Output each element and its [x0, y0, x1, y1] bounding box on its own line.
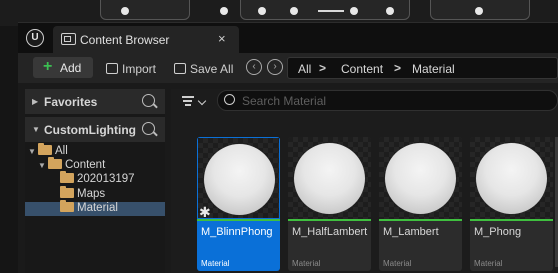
tree-item-maps[interactable]: Maps — [60, 186, 106, 202]
asset-thumbnail — [379, 137, 462, 219]
asset-thumbnail — [470, 137, 553, 219]
caret-down-icon: ▼ — [28, 147, 36, 156]
asset-name: M_HalfLambert — [292, 226, 368, 238]
folder-icon — [60, 186, 74, 198]
tab-content-browser[interactable]: Content Browser × — [53, 26, 239, 53]
tree-item-202013197[interactable]: 202013197 — [60, 171, 135, 187]
favorites-section-header[interactable]: ▶ Favorites — [25, 89, 165, 114]
graph-pin[interactable] — [220, 7, 228, 15]
tree-item-label: Maps — [77, 188, 106, 200]
caret-down-icon: ▼ — [32, 125, 40, 134]
import-icon — [106, 63, 118, 74]
breadcrumb-separator[interactable]: > — [319, 61, 326, 75]
breadcrumb-item-content[interactable]: Content — [341, 62, 383, 76]
asset-name: M_Lambert — [383, 226, 439, 238]
breadcrumb-item-all[interactable]: All — [298, 62, 311, 76]
asset-name: M_Phong — [474, 226, 522, 238]
folder-icon — [38, 143, 52, 155]
caret-right-icon: ▶ — [32, 97, 39, 106]
asset-type-bar — [470, 219, 553, 221]
graph-wire — [318, 10, 344, 12]
asset-type: Material — [201, 259, 230, 268]
folder-icon — [60, 171, 74, 183]
material-sphere-preview — [294, 143, 365, 214]
asset-type: Material — [383, 259, 412, 268]
asset-type-bar — [379, 219, 462, 221]
graph-pin[interactable] — [386, 7, 394, 15]
graph-pin[interactable] — [475, 7, 483, 15]
forward-icon[interactable]: › — [267, 59, 283, 75]
folder-icon — [48, 157, 62, 169]
asset-thumbnail — [288, 137, 371, 219]
add-button[interactable]: + Add — [33, 57, 93, 78]
project-section-header[interactable]: ▼ CustomLighting — [25, 117, 165, 142]
save-all-button-label: Save All — [190, 62, 234, 76]
asset-tile-m-blinnphong[interactable]: ✱ M_BlinnPhong Material — [197, 137, 280, 271]
filter-icon[interactable] — [182, 96, 208, 110]
folder-icon — [60, 200, 74, 212]
project-label: CustomLighting — [44, 123, 136, 137]
asset-name: M_BlinnPhong — [201, 226, 273, 238]
material-sphere-preview — [476, 143, 547, 214]
sources-panel: ▶ Favorites ▼ CustomLighting ▼ All ▼ Conte… — [25, 89, 165, 273]
breadcrumb: All > Content > Material — [287, 57, 558, 79]
asset-tile-m-phong[interactable]: M_Phong Material — [470, 137, 553, 271]
tree-item-material[interactable]: Material — [25, 200, 165, 216]
breadcrumb-separator[interactable]: > — [394, 61, 401, 75]
search-icon[interactable] — [142, 122, 155, 135]
search-input[interactable] — [242, 93, 542, 108]
asset-type: Material — [292, 259, 321, 268]
search-icon[interactable] — [142, 94, 155, 107]
asset-type: Material — [474, 259, 503, 268]
unreal-logo-icon: U — [26, 29, 44, 47]
asset-type-bar — [288, 219, 371, 221]
search-field[interactable] — [217, 90, 558, 111]
graph-pin[interactable] — [121, 7, 129, 15]
tree-item-label: Material — [77, 202, 118, 214]
tree-item-label: Content — [65, 159, 106, 171]
material-sphere-preview — [204, 144, 275, 215]
close-icon[interactable]: × — [218, 31, 226, 46]
asset-view: ✱ M_BlinnPhong Material M_HalfLambert Ma… — [171, 89, 558, 273]
content-browser-icon — [61, 33, 76, 45]
tree-item-content[interactable]: ▼ Content — [38, 157, 106, 173]
add-button-label: Add — [60, 61, 82, 75]
graph-pin[interactable] — [350, 7, 358, 15]
graph-pin[interactable] — [290, 7, 298, 15]
graph-node[interactable] — [100, 0, 190, 20]
material-sphere-preview — [385, 143, 456, 214]
search-icon — [224, 94, 235, 105]
asset-tile-m-halflambert[interactable]: M_HalfLambert Material — [288, 137, 371, 271]
back-icon[interactable]: ‹ — [246, 59, 262, 75]
tab-bar: U Content Browser × — [18, 23, 558, 53]
caret-down-icon: ▼ — [38, 161, 46, 170]
tree-item-label: All — [55, 145, 68, 157]
asset-type-bar — [197, 219, 280, 221]
content-browser-window: U Content Browser × + Add Import Save Al… — [18, 22, 558, 273]
toolbar: + Add Import Save All ‹ › All > Content … — [18, 53, 558, 83]
favorites-label: Favorites — [44, 95, 98, 109]
save-all-button[interactable]: Save All — [174, 62, 233, 76]
import-button-label: Import — [122, 62, 157, 76]
import-button[interactable]: Import — [106, 62, 156, 76]
graph-pin[interactable] — [258, 7, 266, 15]
tab-title: Content Browser — [80, 33, 170, 47]
tree-item-label: 202013197 — [77, 173, 135, 185]
asset-tile-m-lambert[interactable]: M_Lambert Material — [379, 137, 462, 271]
save-icon — [174, 63, 186, 74]
plus-icon: + — [43, 58, 53, 75]
breadcrumb-item-material[interactable]: Material — [412, 62, 455, 76]
